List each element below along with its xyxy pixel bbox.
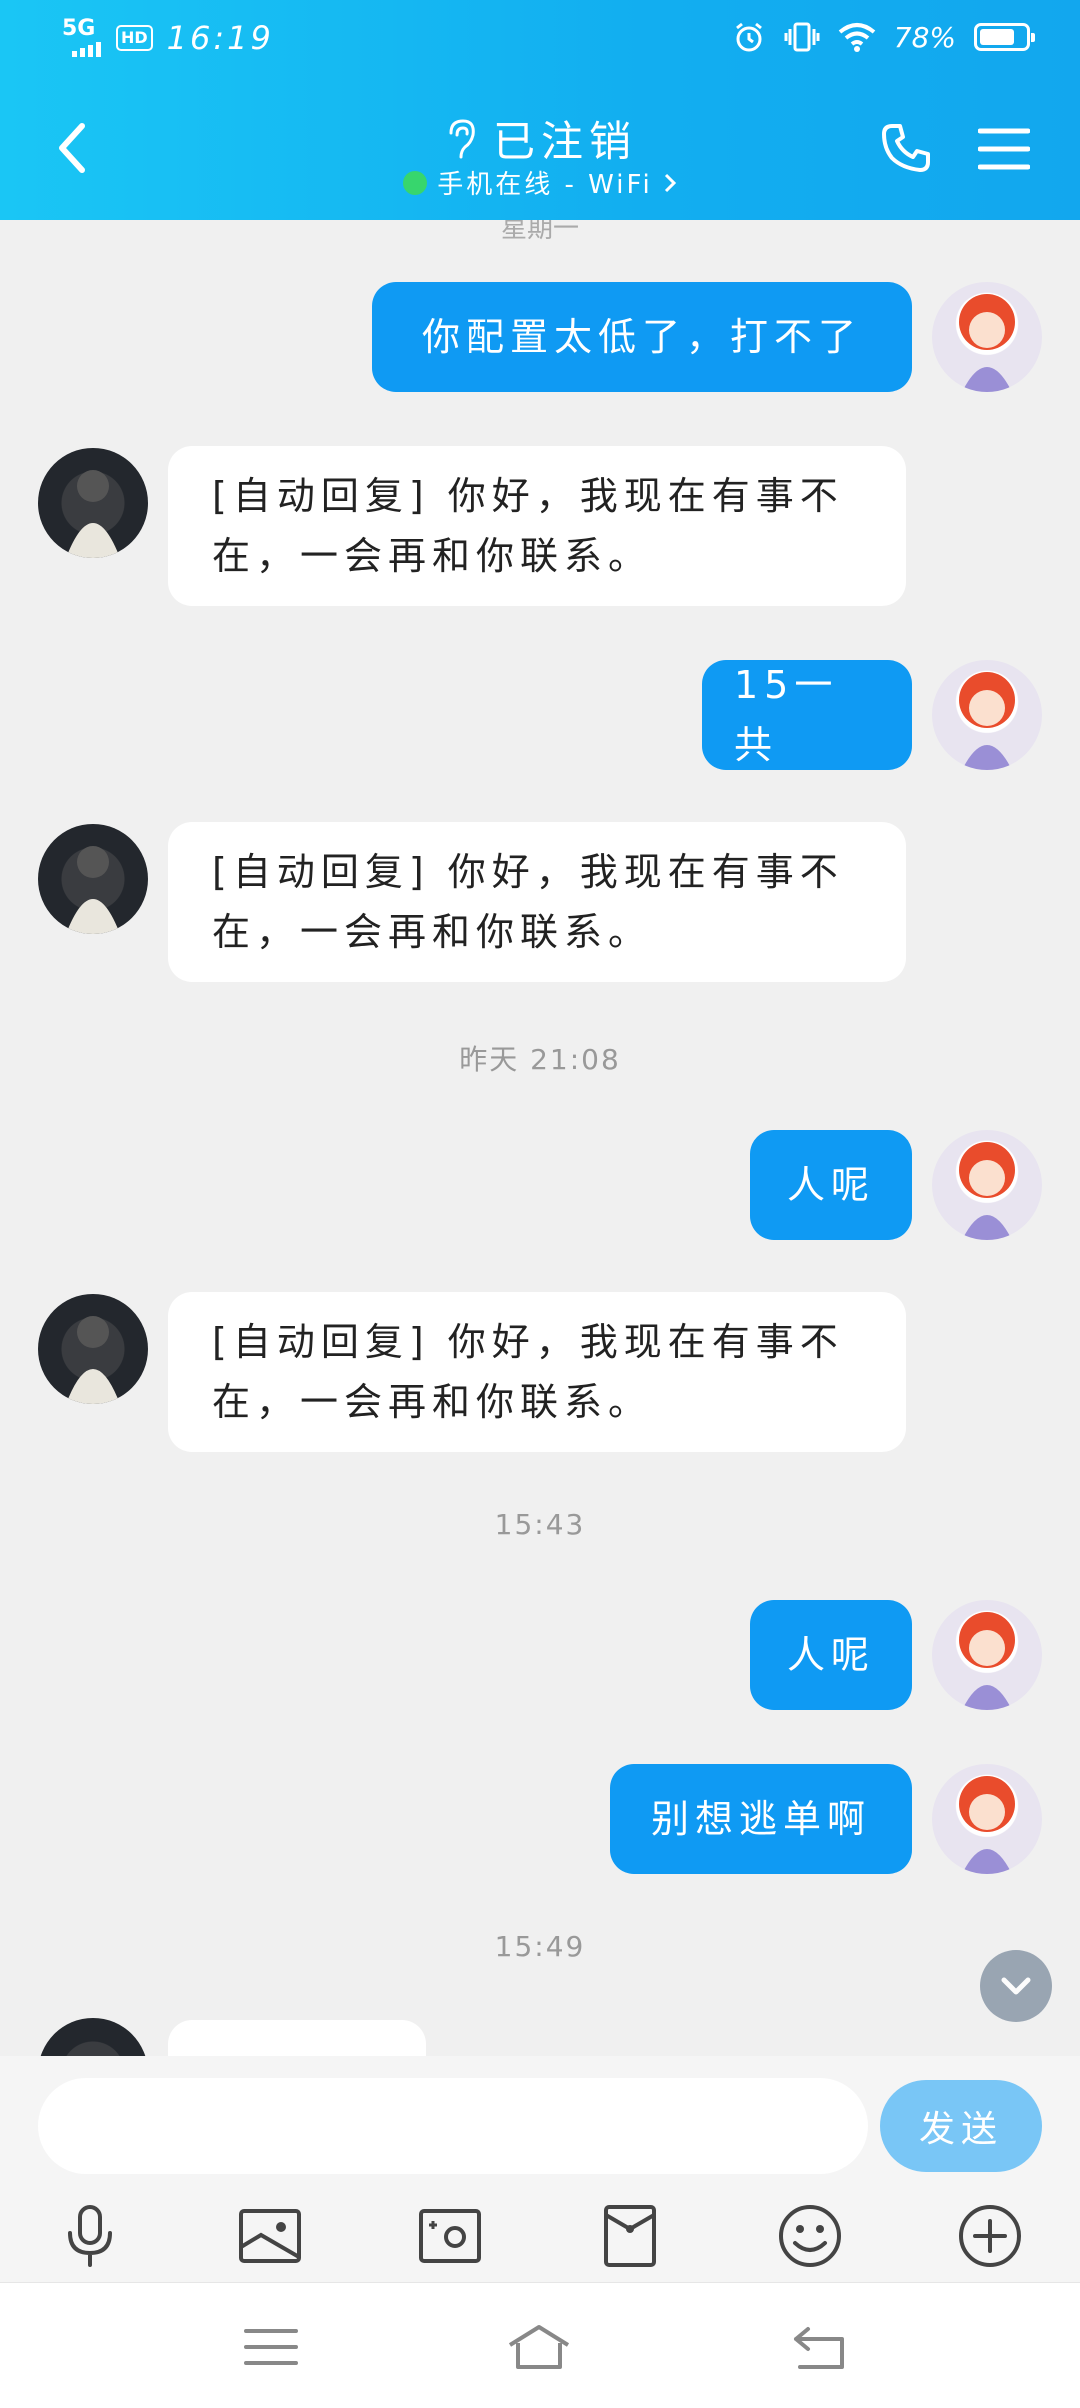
back-nav-icon[interactable]: [786, 2319, 856, 2375]
recent-apps-icon[interactable]: [236, 2319, 306, 2375]
my-avatar[interactable]: [932, 1764, 1042, 1874]
online-dot-icon: [403, 170, 428, 195]
red-packet-icon[interactable]: [590, 2196, 670, 2276]
contact-avatar[interactable]: [38, 2018, 148, 2056]
composer: 发送: [0, 2056, 1080, 2282]
phone-call-icon[interactable]: [878, 120, 934, 176]
contact-name: 已注销: [492, 117, 637, 166]
contact-message-bubble[interactable]: [168, 2020, 426, 2056]
online-status-text: 手机在线 - WiFi: [437, 170, 653, 200]
battery-percent: 78%: [893, 20, 956, 54]
scroll-to-bottom-button[interactable]: [980, 1950, 1052, 2022]
contact-message-bubble[interactable]: [自动回复] 你好，我现在有事不在，一会再和你联系。: [168, 1292, 906, 1452]
timestamp: 15:43: [494, 1508, 586, 1541]
battery-icon: [974, 23, 1035, 51]
contact-message-bubble[interactable]: [自动回复] 你好，我现在有事不在，一会再和你联系。: [168, 822, 906, 982]
hd-badge: HD: [116, 25, 153, 51]
message-input[interactable]: [38, 2078, 868, 2174]
menu-icon[interactable]: [978, 126, 1030, 172]
contact-avatar[interactable]: [38, 824, 148, 934]
contact-avatar[interactable]: [38, 1294, 148, 1404]
my-message-bubble[interactable]: 人呢: [750, 1130, 912, 1240]
my-avatar[interactable]: [932, 1600, 1042, 1710]
my-message-bubble[interactable]: 你配置太低了，打不了: [372, 282, 912, 392]
timestamp: 15:49: [494, 1930, 586, 1963]
my-avatar[interactable]: [932, 282, 1042, 392]
vibrate-icon: [784, 22, 820, 52]
chevron-right-icon: [664, 173, 676, 192]
my-avatar[interactable]: [932, 660, 1042, 770]
chevron-down-icon: [1001, 1977, 1031, 1995]
send-button[interactable]: 发送: [880, 2080, 1042, 2172]
message-list[interactable]: 星期一 你配置太低了，打不了 [自动回复] 你好，我现在有事不在，一会再和你联系…: [0, 220, 1080, 2056]
contact-avatar[interactable]: [38, 448, 148, 558]
home-icon[interactable]: [504, 2319, 574, 2375]
camera-icon[interactable]: [410, 2196, 490, 2276]
composer-toolbar: [0, 2196, 1080, 2276]
my-message-bubble[interactable]: 人呢: [750, 1600, 912, 1710]
timestamp: 星期一: [500, 220, 579, 244]
my-message-bubble[interactable]: 15一共: [702, 660, 912, 770]
timestamp: 昨天 21:08: [459, 1043, 621, 1076]
plus-icon[interactable]: [950, 2196, 1030, 2276]
contact-message-bubble[interactable]: [自动回复] 你好，我现在有事不在，一会再和你联系。: [168, 446, 906, 606]
alarm-icon: [735, 22, 762, 52]
my-avatar[interactable]: [932, 1130, 1042, 1240]
system-nav-bar: [0, 2282, 1080, 2408]
status-time: 16:19: [166, 19, 274, 57]
emoji-icon[interactable]: [770, 2196, 850, 2276]
ear-icon: [449, 118, 475, 158]
my-message-bubble[interactable]: 别想逃单啊: [610, 1764, 912, 1874]
mic-icon[interactable]: [50, 2196, 130, 2276]
chat-header: 5G HD 16:19 78% 已注销 手机在线 - WiFi: [0, 0, 1080, 220]
contact-title[interactable]: 已注销: [443, 108, 637, 169]
photo-icon[interactable]: [230, 2196, 310, 2276]
status-bar: 5G HD 16:19 78%: [0, 0, 1080, 80]
cellular-signal-icon: 5G: [62, 18, 102, 58]
wifi-icon: [838, 23, 876, 52]
